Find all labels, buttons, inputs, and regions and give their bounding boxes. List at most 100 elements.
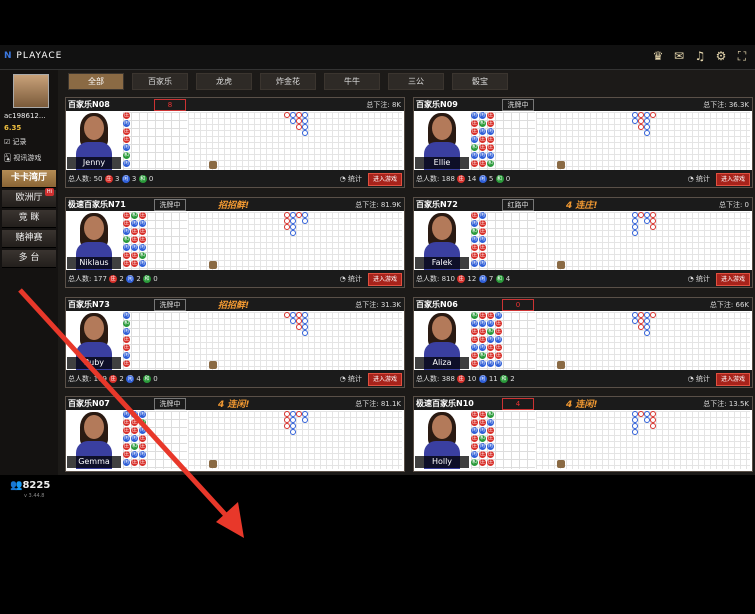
sidebar-item-squeeze[interactable]: 竞 眯 xyxy=(2,210,56,228)
roadmap-toggle-icon[interactable] xyxy=(557,361,565,369)
roadmap-toggle-icon[interactable] xyxy=(209,261,217,269)
bead-dot: 庄 xyxy=(123,112,130,119)
roadmap-toggle-icon[interactable] xyxy=(209,361,217,369)
sidebar-item-multi[interactable]: 多 台 xyxy=(2,250,56,268)
player-count: 总人数: 177 xyxy=(68,275,107,283)
fullscreen-icon[interactable]: ⛶ xyxy=(735,49,749,63)
roadmap-toggle-icon[interactable] xyxy=(557,161,565,169)
tie-icon: 和 xyxy=(495,175,504,183)
total-bet: 总下注: 81.1K xyxy=(355,400,401,408)
dealer-name: Niklaus xyxy=(67,257,121,269)
music-icon[interactable]: ♫ xyxy=(693,49,707,63)
bead-dot: 庄 xyxy=(471,252,478,259)
bead-dot: 庄 xyxy=(487,312,494,319)
avatar[interactable] xyxy=(13,74,49,108)
total-bet: 总下注: 81.9K xyxy=(355,201,401,209)
bead-dot: 闲 xyxy=(487,320,494,327)
stats-button[interactable]: ◔ 统计 xyxy=(688,274,710,284)
sidebar-item-godofgamblers[interactable]: 赌神赛 xyxy=(2,230,56,248)
bead-dot: 庄 xyxy=(123,427,130,434)
stats-button[interactable]: ◔ 统计 xyxy=(340,274,362,284)
enter-game-button[interactable]: 进入游戏 xyxy=(368,373,402,386)
tab-zhajinhua[interactable]: 炸金花 xyxy=(260,73,316,90)
bead-dot: 庄 xyxy=(131,236,138,243)
banker-icon: 庄 xyxy=(109,375,118,383)
bead-dot: 庄 xyxy=(487,435,494,442)
bead-dot: 闲 xyxy=(487,336,494,343)
roadmap-toggle-icon[interactable] xyxy=(557,261,565,269)
bead-dot: 和 xyxy=(123,320,130,327)
tab-baccarat[interactable]: 百家乐 xyxy=(132,73,188,90)
record-link[interactable]: ☑ 记录 xyxy=(4,137,27,147)
stats-button[interactable]: ◔ 统计 xyxy=(340,374,362,384)
bead-dot: 庄 xyxy=(487,136,494,143)
bead-dot: 和 xyxy=(487,328,494,335)
bead-dot: 庄 xyxy=(495,344,502,351)
tab-all[interactable]: 全部 xyxy=(68,73,124,90)
table-stats: 总人数: 388 庄 10 闲 11 和 2 xyxy=(416,374,515,384)
roadmap-toggle-icon[interactable] xyxy=(209,460,217,468)
tab-dragon-tiger[interactable]: 龙虎 xyxy=(196,73,252,90)
enter-game-button[interactable]: 进入游戏 xyxy=(368,173,402,186)
crown-icon[interactable]: ♛ xyxy=(651,49,665,63)
tie-icon: 和 xyxy=(143,275,152,283)
sidebar-item-europe[interactable]: 欧洲厅 Hi xyxy=(2,188,56,208)
player-count: 总人数: 810 xyxy=(416,275,455,283)
bead-dot: 庄 xyxy=(479,228,486,235)
table-footer: 总人数: 177 庄 2 闲 2 和 0 ◔ 统计 进入游戏 xyxy=(66,270,404,287)
table-card[interactable]: 百家乐N72 红路中 4 连庄! 总下注: 0 Falek 庄闲和闲庄庄闲闲庄庄… xyxy=(413,197,753,288)
table-card[interactable]: 极速百家乐N71 洗牌中 招招鲜! 总下注: 81.9K Niklaus 庄庄闲… xyxy=(65,197,405,288)
table-card[interactable]: 百家乐N07 洗牌中 4 连闲! 总下注: 81.1K Gemma 闲庄庄闲庄庄… xyxy=(65,396,405,472)
table-card[interactable]: 百家乐N09 洗牌中 总下注: 36.3K Ellie 闲庄庄闲和闲庄闲和闲庄庄… xyxy=(413,97,753,188)
enter-game-button[interactable]: 进入游戏 xyxy=(368,273,402,286)
bead-dot: 庄 xyxy=(495,328,502,335)
table-stats: 总人数: 177 庄 2 闲 2 和 0 xyxy=(68,274,158,284)
table-name: 百家乐N06 xyxy=(416,300,458,309)
bead-dot: 和 xyxy=(139,252,146,259)
stats-button[interactable]: ◔ 统计 xyxy=(688,374,710,384)
banker-count: 14 xyxy=(467,175,477,183)
roadmap-toggle-icon[interactable] xyxy=(209,161,217,169)
table-name: 百家乐N72 xyxy=(416,200,458,209)
dealer-name: Jenny xyxy=(67,157,121,169)
enter-game-button[interactable]: 进入游戏 xyxy=(716,273,750,286)
bead-dot: 庄 xyxy=(123,128,130,135)
bead-dot: 闲 xyxy=(139,427,146,434)
gear-icon[interactable]: ⚙ xyxy=(714,49,728,63)
bead-dot: 庄 xyxy=(487,427,494,434)
table-card[interactable]: 极速百家乐N10 4 4 连闲! 总下注: 13.5K Holly 庄庄闲庄庄闲… xyxy=(413,396,753,472)
stats-button[interactable]: ◔ 统计 xyxy=(688,174,710,184)
table-card[interactable]: 百家乐N08 8 总下注: 8K Jenny 庄闲庄庄闲和闲 总人数: 50 庄… xyxy=(65,97,405,188)
shoe-status: 洗牌中 xyxy=(154,199,186,211)
bead-dot: 庄 xyxy=(471,212,478,219)
table-footer: 总人数: 810 庄 12 闲 7 和 4 ◔ 统计 进入游戏 xyxy=(414,270,752,287)
bead-dot: 闲 xyxy=(131,220,138,227)
table-card[interactable]: 百家乐N73 洗牌中 招招鲜! 总下注: 31.3K Ruby 闲和闲庄庄闲庄 … xyxy=(65,297,405,388)
bead-dot: 闲 xyxy=(123,411,130,418)
chat-icon[interactable]: ✉ xyxy=(672,49,686,63)
bead-road: 闲庄庄闲和闲庄闲和闲庄庄闲庄庄庄闲庄庄闲和 xyxy=(471,112,535,170)
total-bet: 总下注: 13.5K xyxy=(703,400,749,408)
stats-button[interactable]: ◔ 统计 xyxy=(340,174,362,184)
enter-game-button[interactable]: 进入游戏 xyxy=(716,173,750,186)
big-road xyxy=(536,112,750,170)
video-game-link[interactable]: 🂡 视讯游戏 xyxy=(4,153,41,163)
bead-dot: 庄 xyxy=(479,220,486,227)
roadmap-toggle-icon[interactable] xyxy=(557,460,565,468)
sidebar-item-kaka[interactable]: 卡卡湾厅 xyxy=(2,170,56,188)
tab-niuniu[interactable]: 牛牛 xyxy=(324,73,380,90)
tab-sangong[interactable]: 三公 xyxy=(388,73,444,90)
bead-dot: 和 xyxy=(471,144,478,151)
tab-sicbo[interactable]: 骰宝 xyxy=(452,73,508,90)
table-card[interactable]: 百家乐N06 0 总下注: 66K Aliza 和闲庄庄闲庄庄庄闲庄庄闲和闲庄闲… xyxy=(413,297,753,388)
tie-count: 4 xyxy=(505,275,511,283)
table-footer: 总人数: 50 庄 3 闲 3 和 0 ◔ 统计 进入游戏 xyxy=(66,170,404,187)
banker-count: 2 xyxy=(119,375,124,383)
tie-count: 2 xyxy=(510,375,515,383)
enter-game-button[interactable]: 进入游戏 xyxy=(716,373,750,386)
bead-dot: 庄 xyxy=(131,427,138,434)
tie-count: 0 xyxy=(148,175,154,183)
big-road-mark xyxy=(632,230,638,236)
bead-dot: 庄 xyxy=(131,260,138,267)
bead-dot: 庄 xyxy=(139,443,146,450)
